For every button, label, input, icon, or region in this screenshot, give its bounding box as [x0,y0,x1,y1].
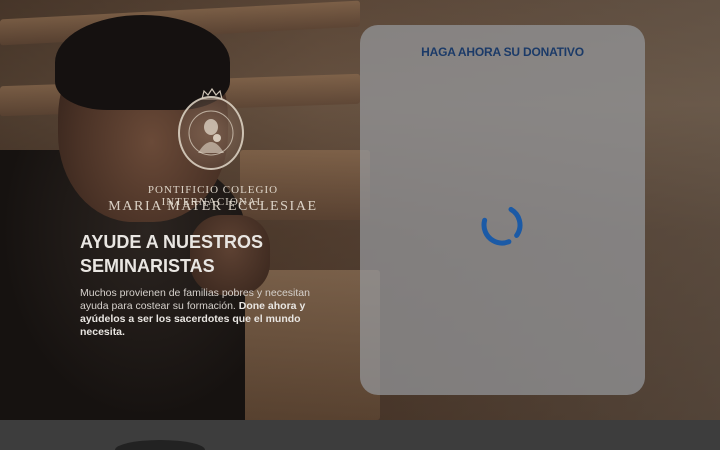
hero-section: PONTIFICIO COLEGIO INTERNACIONAL MARIA M… [0,0,720,420]
next-section-strip [0,420,720,450]
hero-lead-text: Muchos provienen de familias pobres y ne… [80,287,328,339]
donation-form-card[interactable]: HAGA AHORA SU DONATIVO [360,25,645,395]
institute-name-line2: MARIA MATER ECCLESIAE [108,199,318,214]
headline-line1: AYUDE A NUESTROS [80,232,264,252]
hero-headline: AYUDE A NUESTROS SEMINARISTAS [80,230,300,278]
marian-seal-icon [178,96,244,170]
headline-line2: SEMINARISTAS [80,256,215,276]
donation-title: HAGA AHORA SU DONATIVO [421,45,584,59]
loading-spinner-icon [481,204,523,246]
